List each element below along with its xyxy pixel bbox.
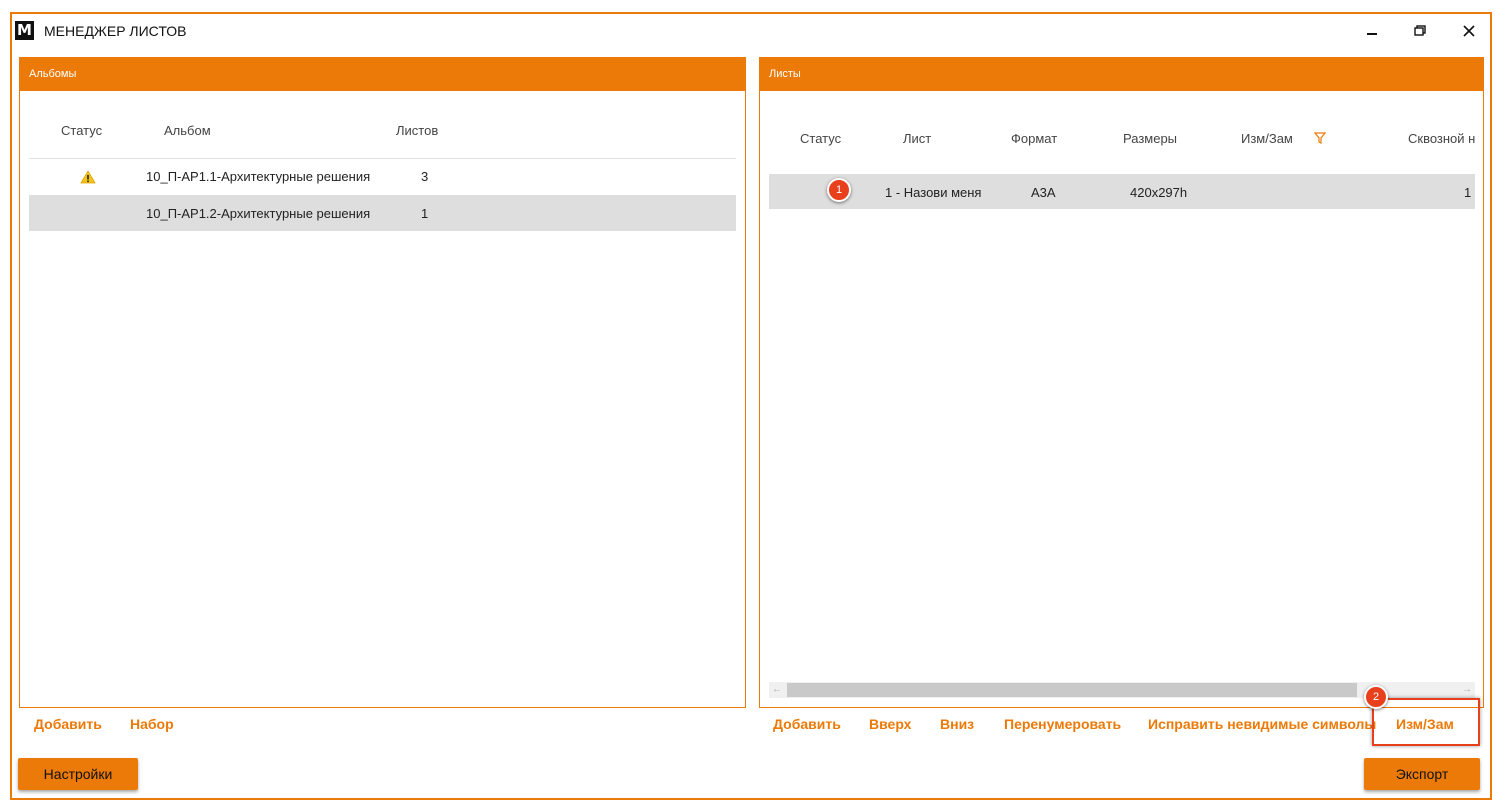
table-row[interactable]: 10_П-АР1.1-Архитектурные решения 3	[29, 159, 736, 194]
album-sheet-count: 3	[421, 169, 429, 184]
scroll-right-icon[interactable]: →	[1459, 682, 1475, 698]
albums-column-status[interactable]: Статус	[61, 123, 102, 138]
sheets-column-sheet[interactable]: Лист	[903, 131, 931, 146]
albums-column-sheets[interactable]: Листов	[396, 123, 438, 138]
annotation-badge-2: 2	[1364, 685, 1388, 709]
sheets-column-size[interactable]: Размеры	[1123, 131, 1177, 146]
albums-column-album[interactable]: Альбом	[164, 123, 211, 138]
window-title: МЕНЕДЖЕР ЛИСТОВ	[44, 23, 187, 39]
sheets-column-through-number[interactable]: Сквозной н	[1408, 131, 1475, 146]
renumber-button[interactable]: Перенумеровать	[1004, 716, 1121, 732]
export-button[interactable]: Экспорт	[1364, 758, 1480, 790]
sheets-column-change[interactable]: Изм/Зам	[1241, 131, 1293, 146]
minimize-icon	[1367, 33, 1377, 35]
sheets-panel: Листы Статус Лист Формат Размеры Изм/Зам…	[759, 57, 1484, 708]
sheet-through-number: 1	[1464, 185, 1472, 200]
fix-invisible-symbols-button[interactable]: Исправить невидимые символы	[1148, 716, 1376, 732]
album-sheet-count: 1	[421, 206, 429, 221]
scroll-left-icon[interactable]: ←	[769, 682, 785, 698]
album-name: 10_П-АР1.2-Архитектурные решения	[146, 206, 371, 221]
sheets-panel-header: Листы	[760, 58, 1483, 91]
sheets-down-button[interactable]: Вниз	[940, 716, 974, 732]
albums-set-button[interactable]: Набор	[130, 716, 174, 732]
sheets-add-button[interactable]: Добавить	[773, 716, 841, 732]
sheet-manager-window: M МЕНЕДЖЕР ЛИСТОВ Альбомы Статус Альбом …	[10, 12, 1492, 800]
album-name: 10_П-АР1.1-Архитектурные решения	[146, 169, 371, 184]
settings-button[interactable]: Настройки	[18, 758, 138, 790]
albums-panel: Альбомы Статус Альбом Листов 10_П-АР1.1-…	[19, 57, 746, 708]
close-icon	[1463, 25, 1475, 37]
sheets-column-format[interactable]: Формат	[1011, 131, 1057, 146]
table-row-selected[interactable]: 10_П-АР1.2-Архитектурные решения 1	[29, 195, 736, 231]
close-button[interactable]	[1454, 18, 1484, 44]
restore-icon	[1414, 25, 1426, 36]
albums-add-button[interactable]: Добавить	[34, 716, 102, 732]
scrollbar-thumb[interactable]	[787, 683, 1357, 697]
sheet-format: А3А	[1031, 185, 1056, 200]
app-logo: M	[15, 21, 34, 40]
minimize-button[interactable]	[1357, 18, 1387, 44]
annotation-highlight-box	[1372, 698, 1480, 746]
albums-panel-header: Альбомы	[20, 58, 745, 91]
sheet-size: 420x297h	[1130, 185, 1188, 200]
title-bar: M МЕНЕДЖЕР ЛИСТОВ	[12, 14, 1490, 50]
table-row-selected[interactable]: 1 - Назови меня А3А 420x297h 1	[769, 174, 1475, 209]
annotation-badge-1: 1	[827, 178, 851, 202]
sheet-name: 1 - Назови меня	[885, 185, 982, 200]
restore-button[interactable]	[1405, 18, 1435, 44]
filter-icon[interactable]	[1314, 132, 1326, 144]
sheets-column-status[interactable]: Статус	[800, 131, 841, 146]
warning-icon	[80, 170, 96, 184]
sheets-up-button[interactable]: Вверх	[869, 716, 911, 732]
